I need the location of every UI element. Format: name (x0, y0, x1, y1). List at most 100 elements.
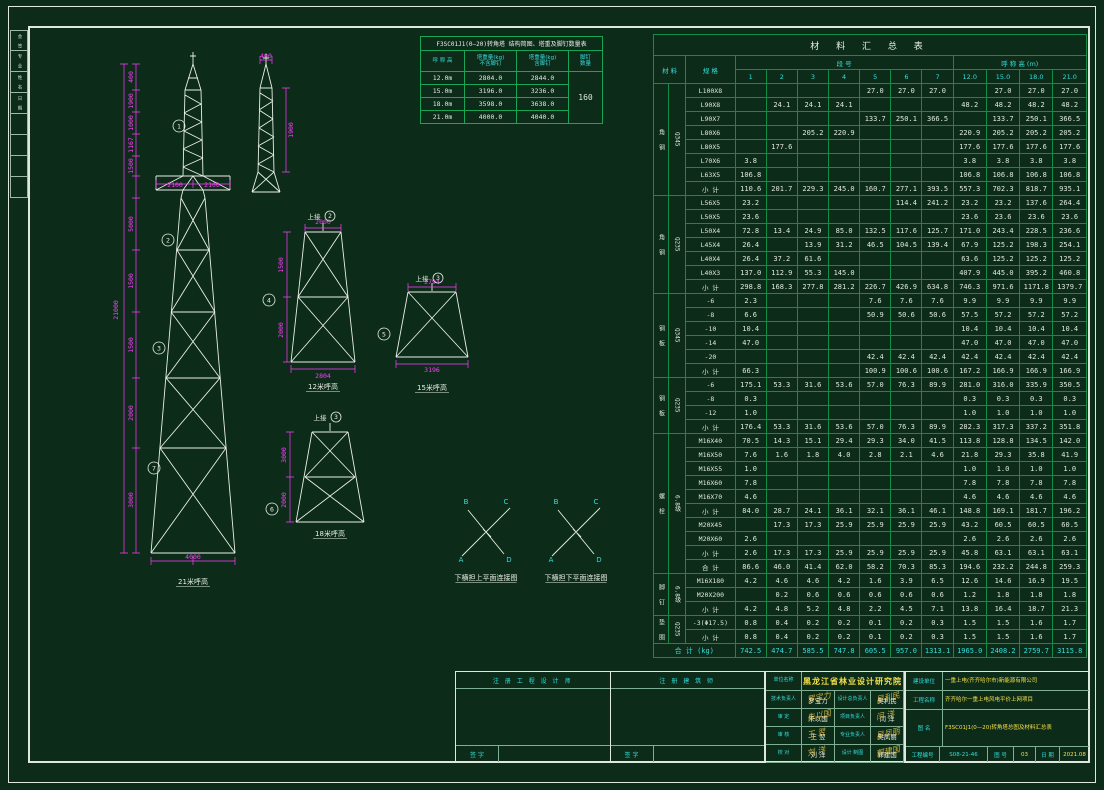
material-row: L63X5106.8106.8106.8106.8106.8 (654, 168, 1087, 182)
material-row: 角 钢Q235L56X523.2114.4241.223.223.2137.62… (654, 196, 1087, 210)
material-weight: 166.9 (1020, 364, 1053, 378)
material-weight (829, 154, 860, 168)
material-category: 垫 圈 (654, 616, 669, 644)
material-spec: M20X60 (686, 532, 735, 546)
material-weight: 9.9 (1053, 294, 1087, 308)
material-weight: 57.5 (953, 308, 986, 322)
material-weight (735, 140, 766, 154)
material-weight: 3.8 (953, 154, 986, 168)
sign-label: 签 字 (456, 746, 499, 762)
material-weight: 1.8 (1053, 588, 1087, 602)
material-weight: 47.0 (1053, 336, 1087, 350)
material-weight: 1.5 (953, 630, 986, 644)
material-weight (766, 406, 797, 420)
owner-value: 一重上电(齐齐哈尔市)新能源有限公司 (943, 672, 1089, 690)
material-row: 小 计66.3100.9100.6100.6167.2166.9166.9166… (654, 364, 1087, 378)
material-weight: 2.6 (953, 532, 986, 546)
signoff-cell: 姓 名 (10, 72, 28, 93)
materials-table-title: 材 料 汇 总 表 (654, 35, 1087, 56)
material-weight (797, 392, 828, 406)
material-weight: 23.6 (1053, 210, 1087, 224)
material-weight: 27.0 (1020, 84, 1053, 98)
material-weight: 53.3 (766, 420, 797, 434)
material-weight: 26.4 (735, 238, 766, 252)
material-spec: M16X50 (686, 448, 735, 462)
material-weight: 1.5 (986, 630, 1019, 644)
org-name-value: 黑龙江省林业设计研究院 (802, 672, 904, 691)
project-number-value: S08-21-46 (940, 747, 988, 762)
material-weight (891, 392, 922, 406)
material-weight: 89.9 (922, 378, 953, 392)
material-weight (797, 112, 828, 126)
material-weight: 27.0 (986, 84, 1019, 98)
material-weight: 4.8 (766, 602, 797, 616)
material-weight: 1.0 (735, 406, 766, 420)
material-weight: 125.2 (1053, 252, 1087, 266)
material-spec: 小 计 (686, 420, 735, 434)
signoff-cell: 日 期 (10, 93, 28, 114)
material-spec: -8 (686, 308, 735, 322)
material-spec: M16X60 (686, 476, 735, 490)
material-weight: 104.5 (891, 238, 922, 252)
material-weight: 9.9 (953, 294, 986, 308)
material-weight: 337.2 (1020, 420, 1053, 434)
material-row: M16X607.87.87.87.87.8 (654, 476, 1087, 490)
material-weight (891, 336, 922, 350)
project-name-value: 齐齐哈尔一重上电风电平价上网项目 (943, 691, 1089, 709)
material-weight (766, 168, 797, 182)
registered-architect-stamp: 注 册 建 筑 师 签 字 (611, 671, 766, 763)
material-weight: 84.0 (735, 504, 766, 518)
material-weight (797, 336, 828, 350)
material-weight: 53.3 (766, 378, 797, 392)
drawing-sheet: 会 签专 业姓 名日 期 400190010001167150050001500… (0, 0, 1104, 790)
signature: 吴凤丽 (875, 727, 901, 741)
material-weight (922, 210, 953, 224)
material-weight: 106.8 (1020, 168, 1053, 182)
material-weight (797, 308, 828, 322)
stamp-body (456, 689, 610, 745)
material-spec: L40X4 (686, 252, 735, 266)
material-weight: 61.6 (797, 252, 828, 266)
material-row: 小 计176.453.331.653.657.076.389.9282.3317… (654, 420, 1087, 434)
material-weight: 23.6 (953, 210, 986, 224)
material-weight (735, 98, 766, 112)
material-row: M20X2000.20.60.60.60.60.61.21.81.81.8 (654, 588, 1087, 602)
material-weight (797, 294, 828, 308)
material-weight (766, 154, 797, 168)
height-table-header: 呼 称 高塔重量(kg) 不含脚钉塔重量(kg) 含脚钉脚钉 数量 (421, 51, 603, 72)
material-weight: 168.3 (766, 280, 797, 294)
material-weight: 2.8 (860, 448, 891, 462)
material-weight: 42.4 (922, 350, 953, 364)
material-weight (922, 476, 953, 490)
material-weight: 177.6 (1053, 140, 1087, 154)
material-row: M16X551.01.01.01.01.0 (654, 462, 1087, 476)
material-weight: 34.0 (891, 434, 922, 448)
material-weight: 14.3 (766, 434, 797, 448)
material-weight: 27.0 (891, 84, 922, 98)
material-weight: 29.3 (860, 434, 891, 448)
material-weight: 55.3 (797, 266, 828, 280)
material-spec: L50X4 (686, 224, 735, 238)
material-weight: 134.5 (1020, 434, 1053, 448)
stamp-title: 注 册 建 筑 师 (611, 672, 765, 689)
material-weight: 21.3 (1053, 602, 1087, 616)
project-name-label: 工程名称 (906, 691, 943, 709)
material-weight: 23.2 (735, 196, 766, 210)
material-spec: M20X45 (686, 518, 735, 532)
material-weight (953, 84, 986, 98)
material-weight (922, 406, 953, 420)
role-label: 专业负责人 (835, 727, 871, 745)
material-weight: 42.4 (1053, 350, 1087, 364)
person-name: 刘 洋刘 洋 (802, 745, 835, 763)
person-name: 罗宝力罗宝力 (802, 691, 835, 709)
material-spec: -6 (686, 294, 735, 308)
material-weight: 2.1 (891, 448, 922, 462)
material-weight: 18.7 (1020, 602, 1053, 616)
material-weight (735, 84, 766, 98)
material-weight: 166.9 (986, 364, 1019, 378)
material-weight: 7.6 (735, 448, 766, 462)
material-weight: 254.1 (1053, 238, 1087, 252)
material-weight: 0.1 (860, 630, 891, 644)
material-row: L50X472.813.424.985.0132.5117.6125.7171.… (654, 224, 1087, 238)
material-row: 角 钢Q345L100X827.027.027.027.027.027.0 (654, 84, 1087, 98)
